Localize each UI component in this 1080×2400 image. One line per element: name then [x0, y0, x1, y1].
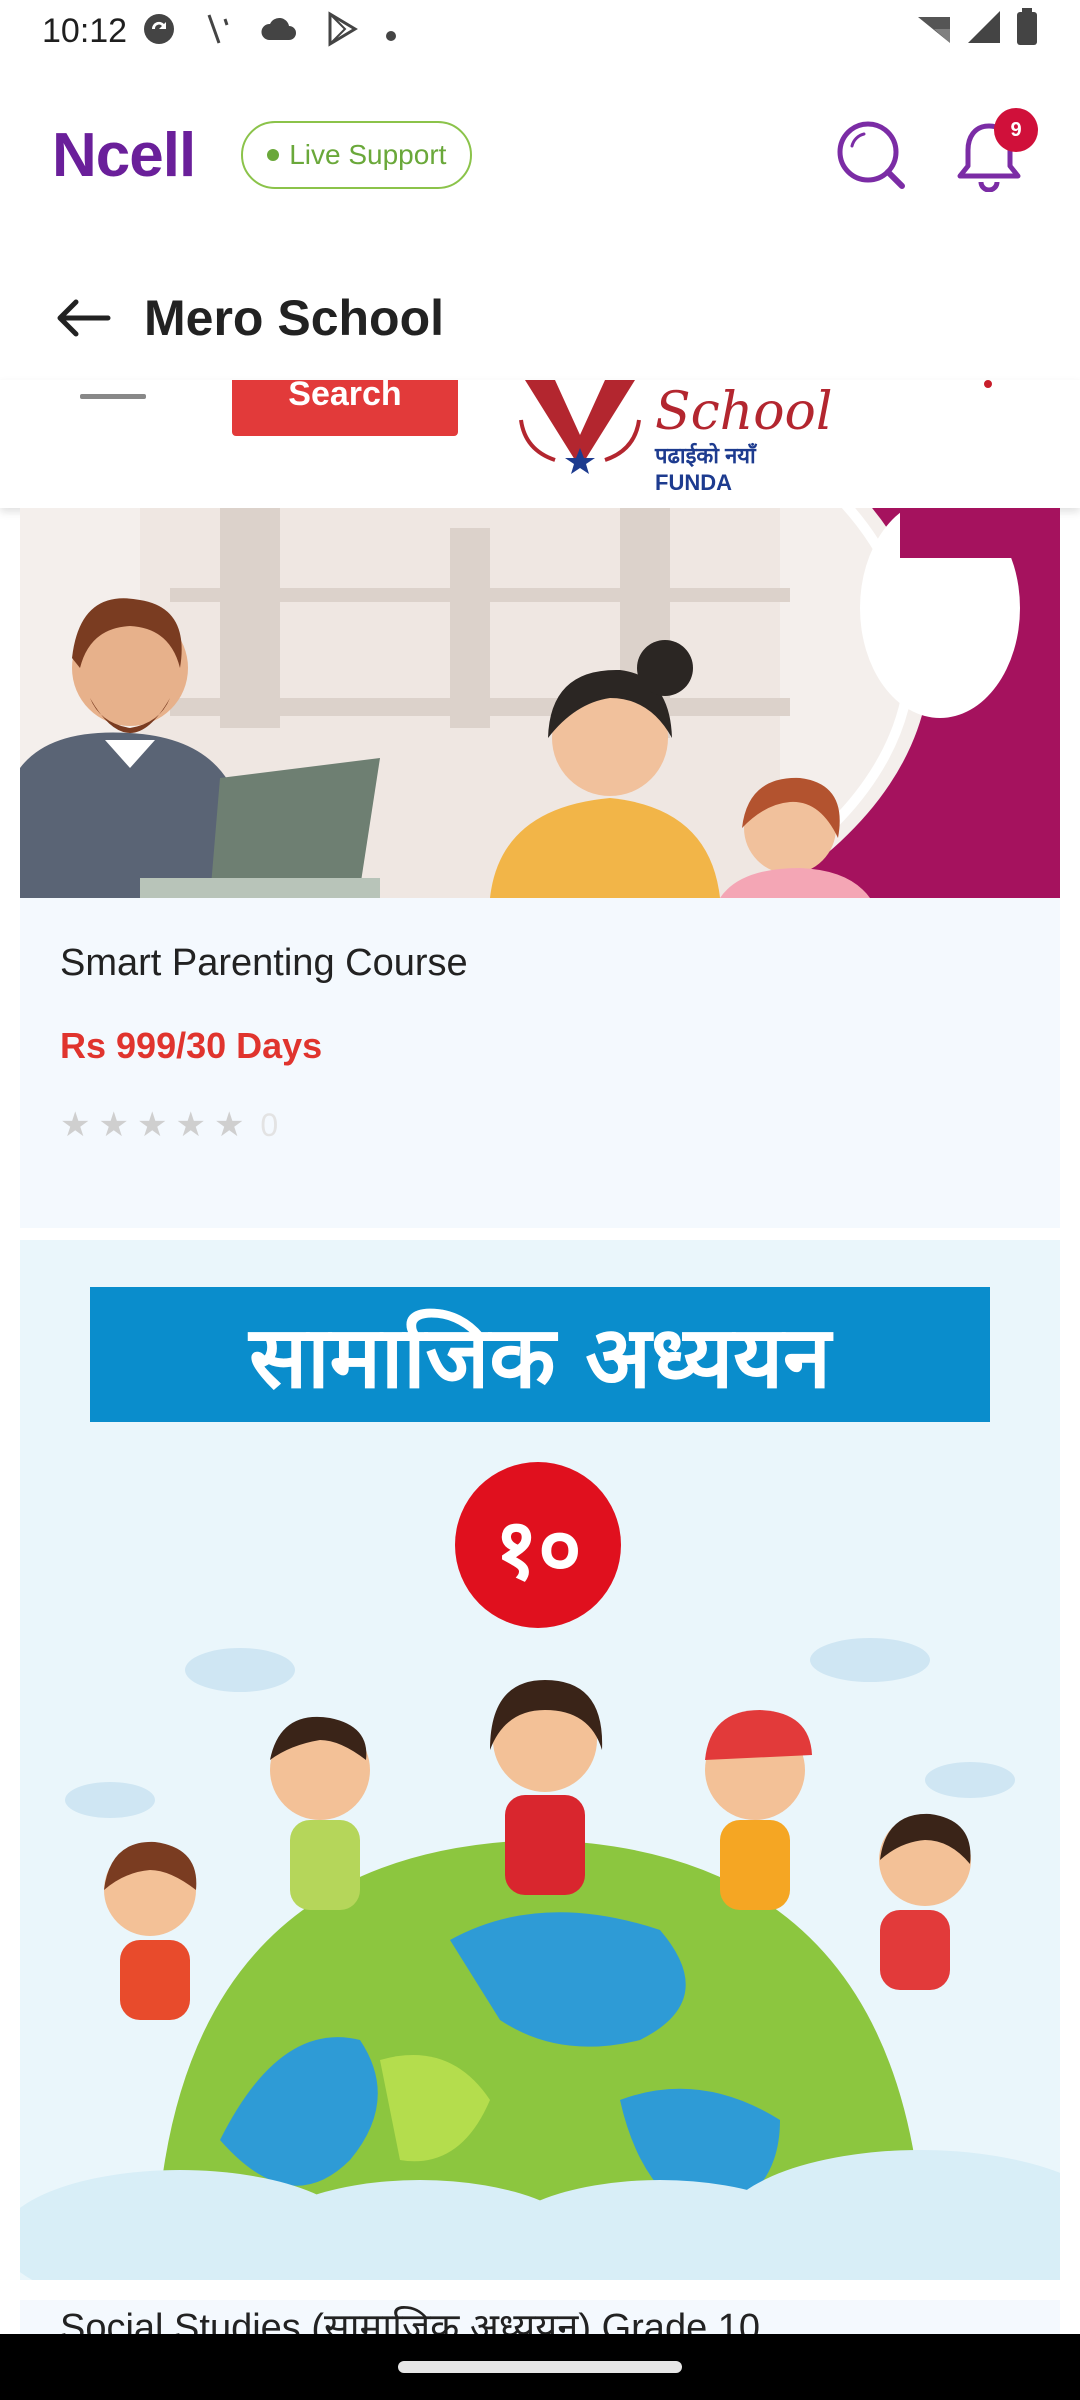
search-button[interactable] — [832, 116, 910, 194]
mero-school-logo[interactable]: School पढाईको नयाँ FUNDA — [515, 380, 835, 495]
web-search-label: Search — [288, 380, 402, 413]
notifications-button[interactable]: 9 — [950, 108, 1038, 194]
home-gesture-handle[interactable] — [398, 2361, 682, 2373]
rating-count: 0 — [260, 1106, 279, 1143]
status-bar: 10:12 — [0, 0, 1080, 62]
star-icon: ★ — [213, 1106, 245, 1144]
course-image-smart-parenting[interactable] — [20, 508, 1060, 898]
sync-icon — [141, 11, 177, 52]
subject-banner: सामाजिक अध्ययन — [90, 1287, 990, 1422]
header-actions: 9 — [832, 108, 1038, 194]
search-icon — [837, 121, 905, 189]
web-search-button[interactable]: Search — [232, 380, 458, 436]
school-shield-icon — [519, 380, 641, 474]
title-bar: Mero School — [0, 268, 1080, 368]
back-arrow-icon — [57, 299, 111, 337]
status-notification-icons — [141, 10, 397, 52]
course-price: Rs 999/30 Days — [60, 1025, 323, 1066]
back-button[interactable] — [56, 290, 112, 346]
dot-icon — [385, 15, 397, 47]
system-nav-bar — [0, 2334, 1080, 2400]
cloud-icon — [259, 14, 299, 49]
notification-badge: 9 — [994, 108, 1038, 152]
page-title: Mero School — [144, 290, 445, 346]
page: 10:12 Ncell Live Support 9 Mero School S… — [0, 0, 1080, 2400]
star-icon: ★ — [98, 1106, 129, 1144]
school-logo-tagline: पढाईको नयाँ FUNDA — [655, 443, 756, 495]
status-time: 10:12 — [42, 11, 128, 50]
course-image-social-studies[interactable]: सामाजिक अध्ययन १० — [20, 1240, 1060, 2280]
online-dot-icon — [267, 149, 280, 161]
battery-icon — [1016, 7, 1038, 55]
wifi-icon — [916, 9, 952, 54]
parenting-illustration — [20, 508, 1060, 898]
play-store-icon — [325, 10, 359, 52]
slash-icon — [203, 11, 233, 52]
signal-icon — [966, 9, 1002, 54]
red-dot-icon — [984, 380, 992, 388]
live-support-label: Live Support — [289, 139, 447, 170]
hamburger-menu-icon[interactable] — [80, 394, 146, 407]
status-system-icons — [916, 7, 1038, 55]
webview-header: Search School पढाईको नयाँ FUNDA — [0, 380, 1080, 508]
star-icon: ★ — [175, 1106, 206, 1144]
grade-badge: १० — [455, 1462, 621, 1628]
star-icon: ★ — [136, 1106, 168, 1144]
course-card-smart-parenting[interactable]: Smart Parenting Course Rs 999/30 Days ★ … — [20, 898, 1060, 1228]
app-header: Ncell Live Support 9 — [0, 100, 1080, 210]
course-rating: ★ ★ ★ ★ ★ 0 — [60, 1105, 1020, 1145]
star-icon: ★ — [60, 1106, 91, 1144]
ncell-logo[interactable]: Ncell — [52, 120, 196, 191]
course-title: Smart Parenting Course — [60, 942, 468, 984]
live-support-button[interactable]: Live Support — [241, 121, 473, 189]
school-logo-word: School — [655, 382, 833, 442]
